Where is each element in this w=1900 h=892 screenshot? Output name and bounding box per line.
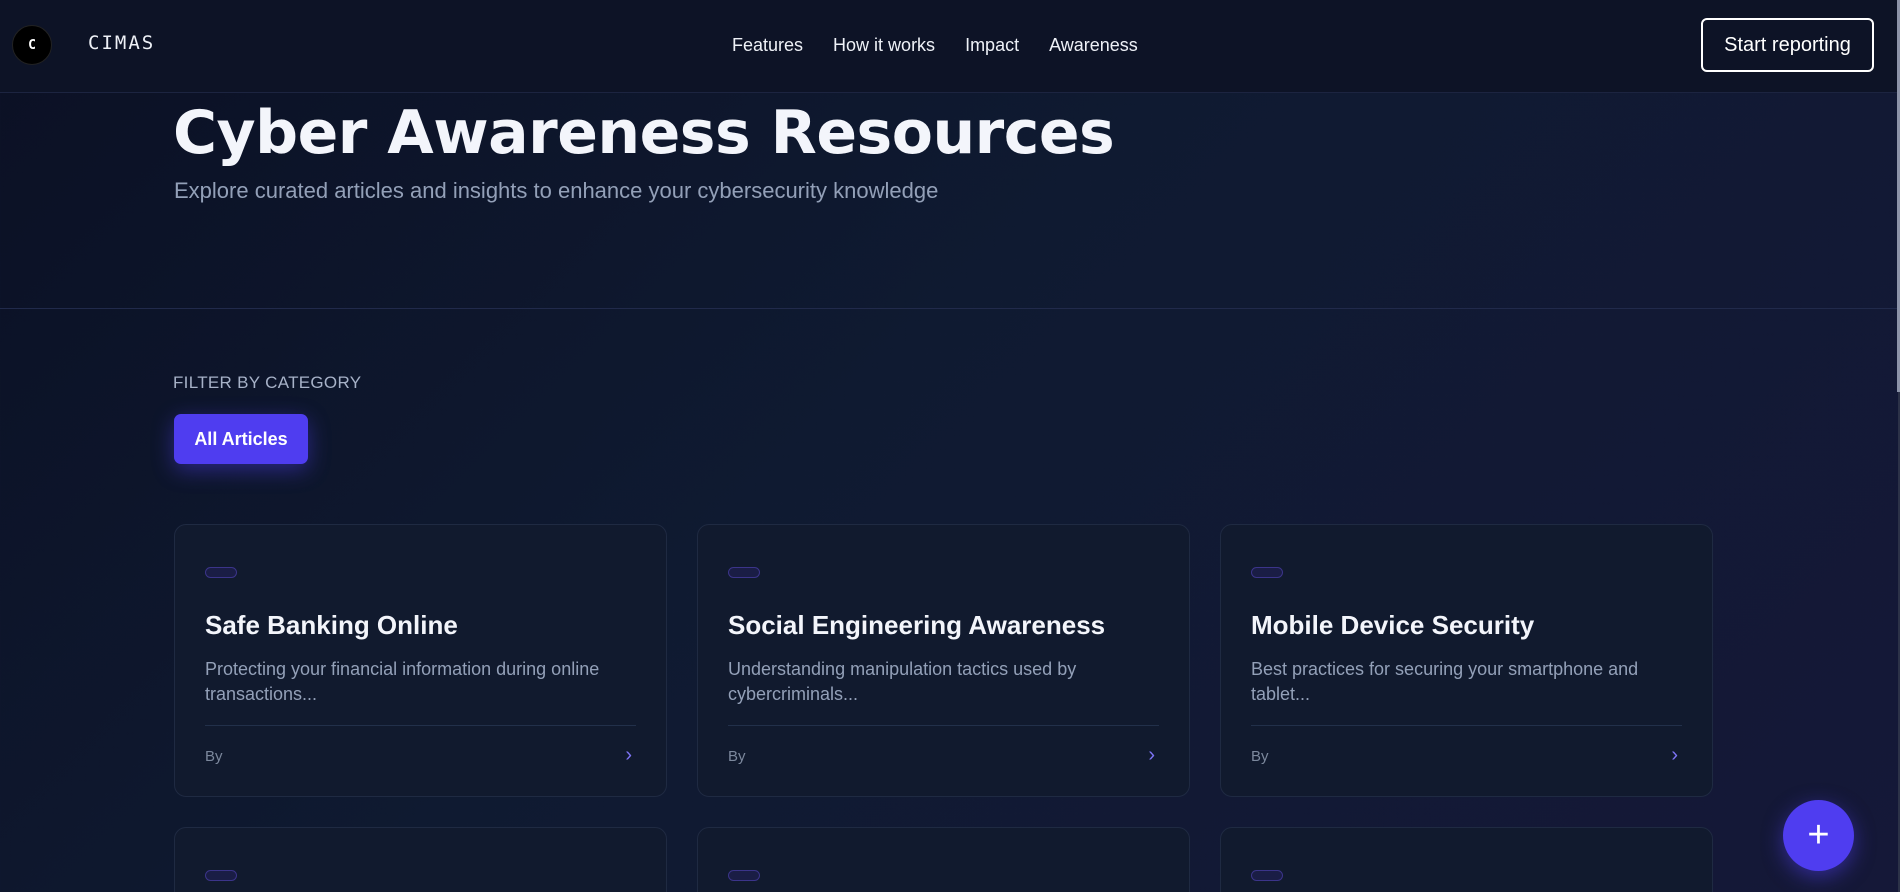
article-title[interactable]: Social Engineering Awareness (728, 610, 1105, 641)
article-card-partial[interactable] (1220, 827, 1713, 892)
brand-name[interactable]: CIMAS (88, 32, 155, 54)
article-card-partial[interactable] (697, 827, 1190, 892)
article-byline: By (728, 748, 746, 765)
nav-link-impact[interactable]: Impact (965, 35, 1019, 56)
chevron-right-icon[interactable]: › (1671, 744, 1678, 767)
article-card-social-engineering[interactable]: Social Engineering Awareness Understandi… (697, 524, 1190, 797)
article-card-safe-banking[interactable]: Safe Banking Online Protecting your fina… (174, 524, 667, 797)
category-tag (205, 870, 237, 881)
category-tag (728, 567, 760, 578)
article-card-partial[interactable] (174, 827, 667, 892)
category-tag (728, 870, 760, 881)
hero-section: Cyber Awareness Resources Explore curate… (0, 93, 1898, 309)
start-reporting-button[interactable]: Start reporting (1701, 18, 1874, 72)
nav-link-awareness[interactable]: Awareness (1049, 35, 1138, 56)
article-title[interactable]: Safe Banking Online (205, 610, 458, 641)
page-title: Cyber Awareness Resources (173, 98, 1115, 168)
category-tag (1251, 870, 1283, 881)
article-card-mobile-security[interactable]: Mobile Device Security Best practices fo… (1220, 524, 1713, 797)
article-excerpt: Understanding manipulation tactics used … (728, 659, 1077, 704)
page-subtitle: Explore curated articles and insights to… (174, 178, 939, 203)
cimas-logo[interactable]: C (12, 25, 52, 65)
filter-chip-all-articles[interactable]: All Articles (174, 414, 308, 464)
article-excerpt: Best practices for securing your smartph… (1251, 659, 1639, 704)
article-byline: By (205, 748, 223, 765)
filter-category-label: FILTER BY CATEGORY (173, 373, 362, 392)
nav-link-features[interactable]: Features (732, 35, 803, 56)
chevron-right-icon[interactable]: › (1148, 744, 1155, 767)
card-divider (205, 725, 636, 726)
main-nav: Features How it works Impact Awareness (732, 35, 1138, 56)
category-tag (205, 567, 237, 578)
card-divider (1251, 725, 1682, 726)
add-article-fab[interactable]: + (1783, 800, 1854, 871)
plus-icon: + (1807, 814, 1830, 856)
article-excerpt: Protecting your financial information du… (205, 659, 600, 704)
card-divider (728, 725, 1159, 726)
category-tag (1251, 567, 1283, 578)
chevron-right-icon[interactable]: › (625, 744, 632, 767)
article-byline: By (1251, 748, 1269, 765)
top-navigation-bar: C CIMAS Features How it works Impact Awa… (0, 0, 1898, 93)
nav-link-how-it-works[interactable]: How it works (833, 35, 935, 56)
article-title[interactable]: Mobile Device Security (1251, 610, 1534, 641)
